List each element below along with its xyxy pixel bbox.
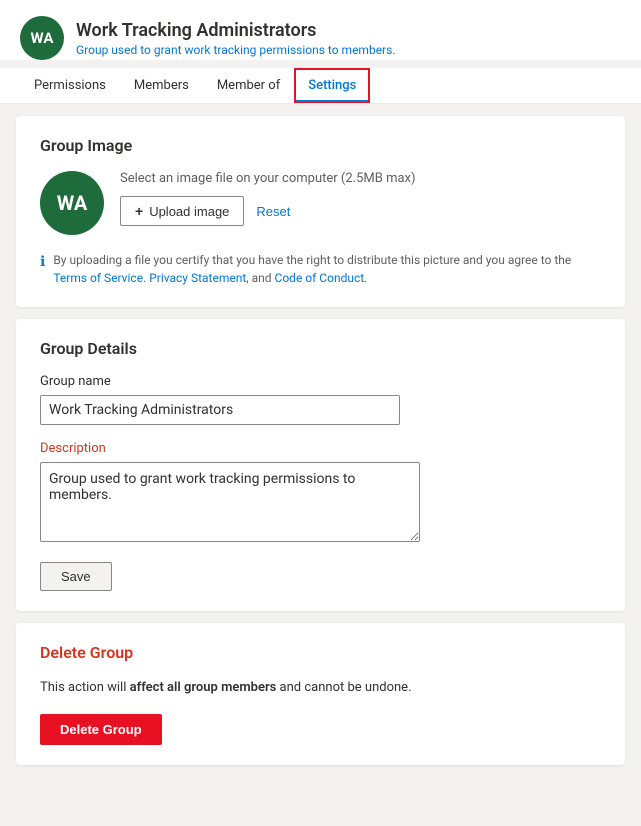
tab-permissions[interactable]: Permissions xyxy=(20,68,120,103)
conduct-link[interactable]: Code of Conduct xyxy=(275,271,365,285)
header-info: Work Tracking Administrators Group used … xyxy=(76,20,395,57)
group-name-label: Group name xyxy=(40,374,601,389)
group-image-card: Group Image WA Select an image file on y… xyxy=(16,116,625,307)
image-upload-info: Select an image file on your computer (2… xyxy=(120,171,601,226)
disclaimer: ℹ By uploading a file you certify that y… xyxy=(40,251,601,287)
page-header: WA Work Tracking Administrators Group us… xyxy=(0,0,641,60)
upload-buttons: + Upload image Reset xyxy=(120,196,601,226)
upload-hint: Select an image file on your computer (2… xyxy=(120,171,601,186)
group-name-group: Group name xyxy=(40,374,601,425)
terms-link[interactable]: Terms of Service xyxy=(53,271,143,285)
group-details-title: Group Details xyxy=(40,339,601,358)
delete-group-card: Delete Group This action will affect all… xyxy=(16,623,625,765)
save-button[interactable]: Save xyxy=(40,562,112,591)
description-input[interactable]: Group used to grant work tracking permis… xyxy=(40,462,420,542)
tab-settings[interactable]: Settings xyxy=(294,68,370,103)
privacy-link[interactable]: Privacy Statement xyxy=(149,271,246,285)
tab-bar: Permissions Members Member of Settings xyxy=(0,68,641,104)
upload-image-button[interactable]: + Upload image xyxy=(120,196,244,226)
delete-warning: This action will affect all group member… xyxy=(40,678,601,698)
group-name-input[interactable] xyxy=(40,395,400,425)
reset-image-button[interactable]: Reset xyxy=(252,198,294,225)
tab-members[interactable]: Members xyxy=(120,68,203,103)
page-content: Group Image WA Select an image file on y… xyxy=(0,104,641,789)
tab-member-of[interactable]: Member of xyxy=(203,68,294,103)
delete-group-title: Delete Group xyxy=(40,643,601,662)
group-name: Work Tracking Administrators xyxy=(76,20,395,41)
group-details-card: Group Details Group name Description Gro… xyxy=(16,319,625,611)
plus-icon: + xyxy=(135,203,143,219)
group-image-section: WA Select an image file on your computer… xyxy=(40,171,601,235)
group-description: Group used to grant work tracking permis… xyxy=(76,43,395,57)
description-group: Description Group used to grant work tra… xyxy=(40,441,601,546)
info-icon: ℹ xyxy=(40,252,45,273)
group-image-title: Group Image xyxy=(40,136,601,155)
description-label: Description xyxy=(40,441,601,456)
group-avatar-large: WA xyxy=(40,171,104,235)
delete-group-button[interactable]: Delete Group xyxy=(40,714,162,745)
avatar: WA xyxy=(20,16,64,60)
